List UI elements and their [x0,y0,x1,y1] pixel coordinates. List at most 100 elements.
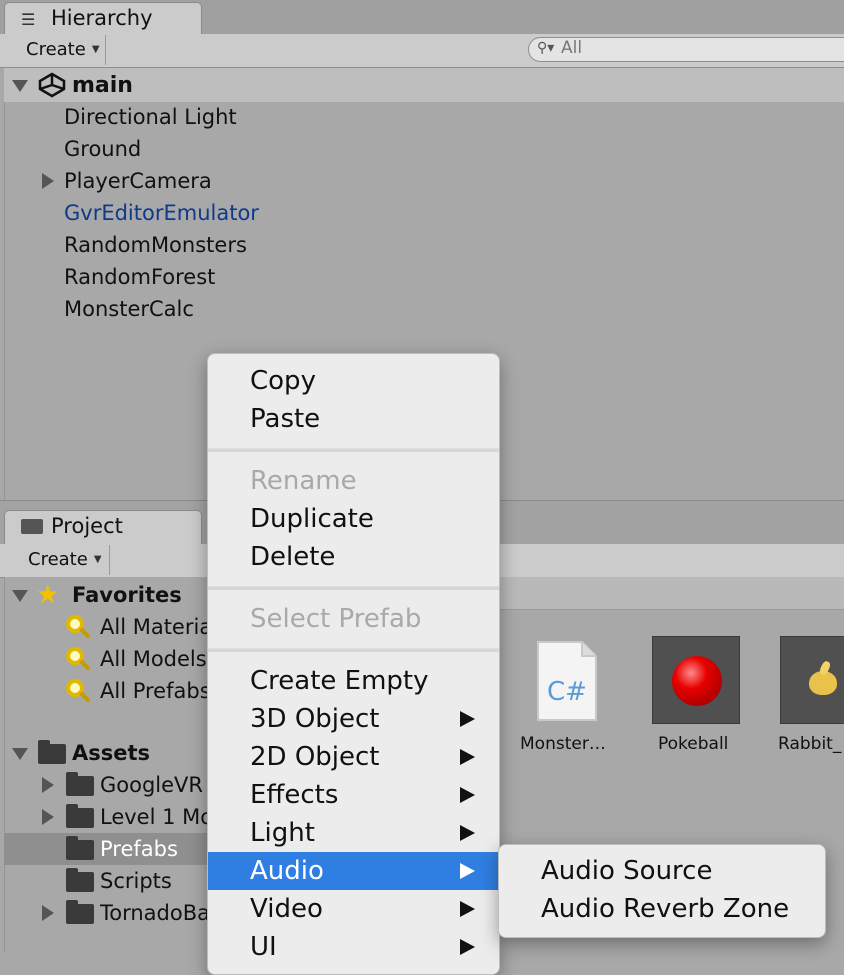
menu-item-label: 3D Object [250,704,380,734]
menu-separator [208,586,499,590]
search-filter-icon [66,647,84,665]
unity-logo-icon [38,72,66,102]
search-icon: ⚲▾ [537,40,555,56]
menu-item-label: Light [250,818,315,848]
folder-icon [38,740,66,764]
hierarchy-item[interactable]: RandomForest [64,261,215,293]
expand-arrow-icon[interactable] [12,80,28,92]
menu-item-label: Create Empty [250,666,429,696]
favorites-label[interactable]: Favorites [72,579,182,611]
assets-folder-item[interactable]: Scripts [100,865,172,897]
menu-item-delete[interactable]: Delete [208,538,499,576]
menu-item-label: Paste [250,404,321,434]
menu-item-label: 2D Object [250,742,380,772]
project-create-button[interactable]: Create ▼ [18,545,110,575]
menu-separator [208,448,499,452]
project-grid-header [498,577,844,610]
assets-label[interactable]: Assets [72,737,150,769]
dropdown-caret-icon: ▼ [93,554,102,565]
menu-item-label: Copy [250,366,316,396]
folder-icon [21,519,43,534]
expand-arrow-icon[interactable] [42,173,54,189]
folder-icon [66,836,94,860]
csharp-script-icon[interactable]: C# [536,640,598,722]
scene-name: main [72,73,133,98]
menu-item-duplicate[interactable]: Duplicate [208,500,499,538]
hierarchy-item[interactable]: MonsterCalc [64,293,194,325]
asset-label[interactable]: Rabbit_ [778,734,841,754]
favorites-item[interactable]: All Prefabs [100,675,211,707]
dropdown-caret-icon: ▼ [91,44,100,55]
menu-item-select-prefab: Select Prefab [208,600,499,638]
menu-item-label: Video [250,894,323,924]
hierarchy-search-input[interactable]: ⚲▾ All [528,37,844,62]
context-menu: Copy Paste Rename Duplicate Delete Selec… [207,353,500,975]
hierarchy-list-icon: ☰ [21,10,36,29]
submenu-arrow-icon [460,825,475,841]
menu-item-audio[interactable]: Audio [208,852,499,890]
create-label: Create [26,39,86,60]
tab-hierarchy[interactable]: ☰ Hierarchy [4,2,202,35]
menu-item-label: Audio Source [541,856,713,886]
hierarchy-item-active[interactable]: GvrEditorEmulator [64,197,259,229]
asset-label[interactable]: Monster… [520,734,606,754]
menu-item-label: Select Prefab [250,604,422,634]
svg-text:C#: C# [547,677,587,707]
menu-item-rename: Rename [208,462,499,500]
hierarchy-item[interactable]: PlayerCamera [64,165,212,197]
folder-icon [66,868,94,892]
hierarchy-item[interactable]: Directional Light [64,101,237,133]
expand-arrow-icon[interactable] [12,590,28,602]
submenu-arrow-icon [460,939,475,955]
expand-arrow-icon[interactable] [12,748,28,760]
asset-thumbnail[interactable] [652,636,740,724]
folder-icon [66,900,94,924]
audio-submenu: Audio Source Audio Reverb Zone [498,844,826,938]
create-label: Create [28,549,88,570]
submenu-arrow-icon [460,749,475,765]
menu-item-effects[interactable]: Effects [208,776,499,814]
search-filter-icon [66,679,84,697]
project-tab-label: Project [51,514,123,538]
red-sphere-icon [672,656,722,706]
hierarchy-create-button[interactable]: Create ▼ [16,35,106,65]
menu-item-label: Audio [250,856,324,886]
folder-icon [66,772,94,796]
assets-folder-item[interactable]: GoogleVR [100,769,203,801]
assets-folder-item[interactable]: Level 1 Mo [100,801,213,833]
favorites-item[interactable]: All Materia [100,611,212,643]
favorites-item[interactable]: All Models [100,643,207,675]
expand-arrow-icon[interactable] [42,809,54,825]
assets-folder-item-selected[interactable]: Prefabs [100,833,178,865]
menu-item-label: Delete [250,542,336,572]
menu-item-paste[interactable]: Paste [208,400,499,438]
menu-item-create-empty[interactable]: Create Empty [208,662,499,700]
menu-item-3d-object[interactable]: 3D Object [208,700,499,738]
menu-item-label: UI [250,932,277,962]
hierarchy-item[interactable]: Ground [64,133,141,165]
menu-item-ui[interactable]: UI [208,928,499,966]
star-icon: ★ [36,580,60,610]
tab-project[interactable]: Project [4,510,202,544]
expand-arrow-icon[interactable] [42,905,54,921]
submenu-item-audio-reverb-zone[interactable]: Audio Reverb Zone [499,890,825,928]
hierarchy-tab-label: Hierarchy [51,6,153,30]
menu-item-light[interactable]: Light [208,814,499,852]
menu-item-label: Audio Reverb Zone [541,894,790,924]
folder-icon [66,804,94,828]
menu-separator [208,648,499,652]
menu-item-label: Rename [250,466,357,496]
expand-arrow-icon[interactable] [42,777,54,793]
hierarchy-item[interactable]: RandomMonsters [64,229,247,261]
asset-thumbnail[interactable] [780,636,844,724]
menu-item-label: Effects [250,780,339,810]
menu-item-2d-object[interactable]: 2D Object [208,738,499,776]
assets-folder-item[interactable]: TornadoBa [100,897,210,929]
submenu-arrow-icon [460,901,475,917]
asset-label[interactable]: Pokeball [658,734,728,754]
submenu-item-audio-source[interactable]: Audio Source [499,852,825,890]
menu-item-video[interactable]: Video [208,890,499,928]
menu-item-label: Duplicate [250,504,374,534]
search-filter-icon [66,615,84,633]
menu-item-copy[interactable]: Copy [208,362,499,400]
